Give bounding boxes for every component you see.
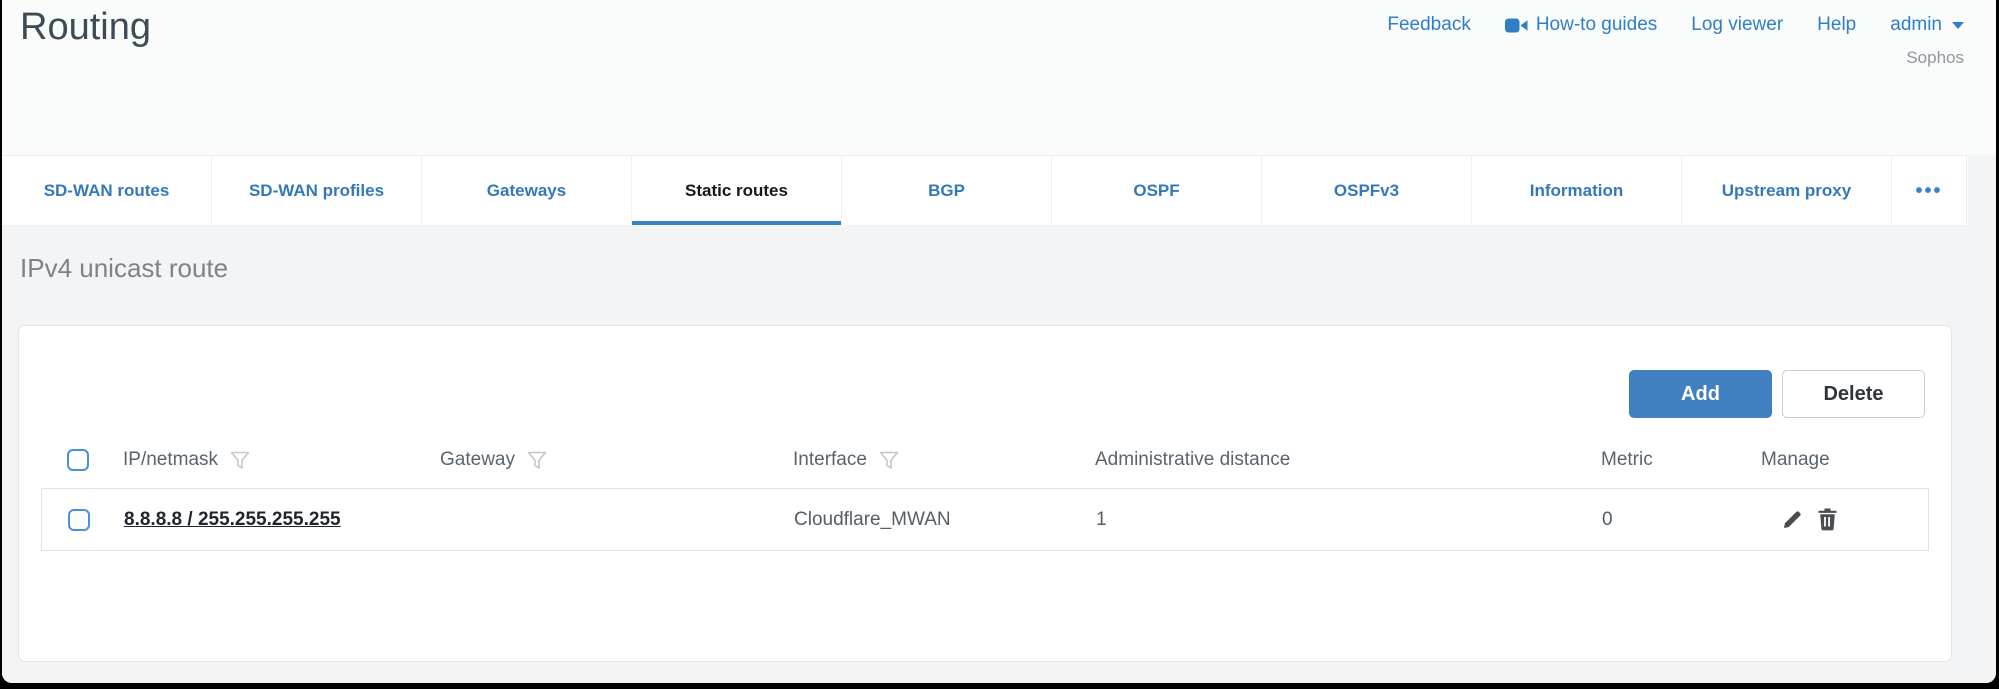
page-title: Routing — [20, 6, 151, 49]
column-header-manage: Manage — [1761, 449, 1830, 471]
column-header-gateway: Gateway — [440, 449, 515, 471]
filter-icon[interactable] — [230, 451, 250, 470]
tab-information[interactable]: Information — [1472, 156, 1682, 225]
tab-bar: SD-WAN routes SD-WAN profiles Gateways S… — [2, 155, 1968, 225]
log-viewer-link[interactable]: Log viewer — [1691, 14, 1783, 36]
row-checkbox[interactable] — [68, 509, 90, 531]
tab-label: SD-WAN profiles — [249, 181, 384, 201]
column-header-administrative-distance: Administrative distance — [1095, 449, 1290, 471]
route-interface: Cloudflare_MWAN — [794, 509, 951, 531]
admin-menu[interactable]: admin — [1890, 14, 1964, 36]
select-all-checkbox[interactable] — [67, 449, 89, 471]
feedback-link-label: Feedback — [1387, 14, 1470, 36]
tab-label: OSPFv3 — [1334, 181, 1399, 201]
tab-sdwan-routes[interactable]: SD-WAN routes — [2, 156, 212, 225]
tab-gateways[interactable]: Gateways — [422, 156, 632, 225]
how-to-guides-link[interactable]: How-to guides — [1505, 14, 1657, 36]
route-administrative-distance: 1 — [1096, 509, 1107, 531]
filter-icon[interactable] — [879, 451, 899, 470]
tab-label: Static routes — [685, 181, 788, 201]
tab-label: SD-WAN routes — [44, 181, 170, 201]
tab-label: Gateways — [487, 181, 566, 201]
chevron-down-icon — [1952, 22, 1964, 29]
delete-icon[interactable] — [1817, 508, 1838, 531]
table-header-row: IP/netmask Gateway Interface — [41, 432, 1929, 488]
card-toolbar: Add Delete — [1629, 370, 1925, 418]
video-camera-icon — [1505, 17, 1528, 34]
admin-menu-label: admin — [1890, 14, 1942, 36]
tab-static-routes[interactable]: Static routes — [632, 156, 842, 225]
header-links: Feedback How-to guides Log viewer Help a… — [1387, 14, 1964, 36]
tab-ospf[interactable]: OSPF — [1052, 156, 1262, 225]
main-content: IPv4 unicast route Add Delete IP/netmask — [2, 225, 1996, 683]
help-label: Help — [1817, 14, 1856, 36]
section-title: IPv4 unicast route — [20, 253, 228, 284]
tab-label: OSPF — [1133, 181, 1179, 201]
tab-sdwan-profiles[interactable]: SD-WAN profiles — [212, 156, 422, 225]
route-ip-link[interactable]: 8.8.8.8 / 255.255.255.255 — [124, 509, 341, 531]
tab-label: Upstream proxy — [1722, 181, 1851, 201]
org-name: Sophos — [1906, 48, 1964, 68]
table-row: 8.8.8.8 / 255.255.255.255 Cloudflare_MWA… — [41, 488, 1929, 551]
tab-upstream-proxy[interactable]: Upstream proxy — [1682, 156, 1892, 225]
log-viewer-label: Log viewer — [1691, 14, 1783, 36]
app-window: Routing Feedback How-to guides Log viewe… — [2, 0, 1996, 683]
top-header: Routing Feedback How-to guides Log viewe… — [2, 0, 1996, 155]
tab-bgp[interactable]: BGP — [842, 156, 1052, 225]
feedback-link[interactable]: Feedback — [1387, 14, 1470, 36]
how-to-guides-label: How-to guides — [1536, 14, 1657, 36]
tabs-overflow-button[interactable]: ••• — [1892, 156, 1967, 225]
column-header-metric: Metric — [1601, 449, 1653, 471]
column-header-ip-netmask: IP/netmask — [123, 449, 218, 471]
tab-ospfv3[interactable]: OSPFv3 — [1262, 156, 1472, 225]
route-metric: 0 — [1602, 509, 1613, 531]
help-link[interactable]: Help — [1817, 14, 1856, 36]
edit-icon[interactable] — [1781, 508, 1804, 531]
filter-icon[interactable] — [527, 451, 547, 470]
routes-card: Add Delete IP/netmask Gateway — [18, 325, 1952, 662]
add-button[interactable]: Add — [1629, 370, 1772, 418]
delete-button[interactable]: Delete — [1782, 370, 1925, 418]
tab-label: Information — [1530, 181, 1624, 201]
tab-label: BGP — [928, 181, 965, 201]
column-header-interface: Interface — [793, 449, 867, 471]
